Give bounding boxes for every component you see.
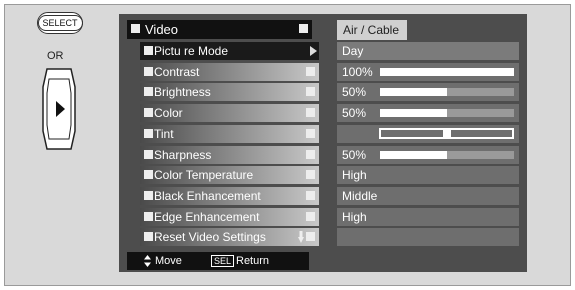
return-hint: Return <box>236 255 270 267</box>
selection-arrow-icon <box>310 46 317 56</box>
value-text: 50% <box>342 85 367 99</box>
menu-item[interactable]: Edge Enhancement <box>140 208 319 226</box>
menu-item-label: Sharpness <box>154 148 212 162</box>
menu-item[interactable]: Sharpness <box>140 146 319 164</box>
bullet-icon <box>144 212 153 221</box>
menu-item-label: Color <box>154 106 183 120</box>
level-bar[interactable] <box>380 68 514 76</box>
menu-item-value: High <box>337 208 519 226</box>
select-button[interactable]: SELECT <box>37 12 83 34</box>
menu-item-value: 50% <box>337 146 519 164</box>
bullet-icon <box>144 87 153 96</box>
menu-item[interactable]: Reset Video Settings <box>140 228 319 246</box>
value-text: Middle <box>342 189 378 203</box>
menu-item-value <box>337 125 519 143</box>
menu-item[interactable]: Tint <box>140 125 319 143</box>
menu-item[interactable]: Contrast <box>140 63 319 81</box>
menu-item[interactable]: Color Temperature <box>140 166 319 184</box>
value-text: 100% <box>342 65 373 79</box>
tint-slider-knob[interactable] <box>443 129 451 138</box>
bullet-icon <box>306 150 315 159</box>
menu-item-label: Contrast <box>154 65 200 79</box>
value-text: Day <box>342 44 364 58</box>
menu-item-value: 50% <box>337 83 519 101</box>
or-label: OR <box>47 50 64 62</box>
value-text: 50% <box>342 148 367 162</box>
level-bar[interactable] <box>380 151 514 159</box>
menu-item-label: Tint <box>154 127 174 141</box>
select-button-label: SELECT <box>37 15 83 31</box>
bullet-icon <box>144 108 153 117</box>
bullet-icon <box>144 150 153 159</box>
menu-item-value: 100% <box>337 63 519 81</box>
value-text: 50% <box>342 106 367 120</box>
menu-item-value: Middle <box>337 187 519 205</box>
menu-item-value: 50% <box>337 104 519 122</box>
level-bar-fill <box>380 109 447 117</box>
bullet-icon <box>306 212 315 221</box>
bullet-icon <box>306 108 315 117</box>
menu-item-label: Color Temperature <box>154 168 254 182</box>
menu-item[interactable]: Color <box>140 104 319 122</box>
menu-item-label: Pictu re Mode <box>154 44 229 58</box>
level-bar-fill <box>380 68 514 76</box>
move-hint: Move <box>155 255 182 267</box>
bullet-icon <box>299 24 308 33</box>
bullet-icon <box>144 129 153 138</box>
footer-hint-bar: Move SEL Return <box>127 252 309 270</box>
menu-item-value <box>337 228 519 246</box>
scroll-down-icon <box>298 231 304 243</box>
menu-item-value: Day <box>337 42 519 60</box>
bullet-icon <box>306 87 315 96</box>
bullet-icon <box>131 24 140 33</box>
menu-item-label: Reset Video Settings <box>154 230 266 244</box>
bullet-icon <box>144 232 153 241</box>
menu-item-label: Black Enhancement <box>154 189 261 203</box>
menu-item[interactable]: Brightness <box>140 83 319 101</box>
bullet-icon <box>306 232 315 241</box>
level-bar-fill <box>380 151 447 159</box>
menu-item-label: Brightness <box>154 85 211 99</box>
bullet-icon <box>306 129 315 138</box>
menu-item-value: High <box>337 166 519 184</box>
bullet-icon <box>144 191 153 200</box>
level-bar-fill <box>380 88 447 96</box>
bullet-icon <box>144 46 153 55</box>
menu-item-label: Edge Enhancement <box>154 210 260 224</box>
sel-key-icon: SEL <box>211 255 235 267</box>
value-text: High <box>342 168 367 182</box>
menu-item[interactable]: Pictu re Mode <box>140 42 319 60</box>
up-down-arrow-icon <box>144 255 151 267</box>
bullet-icon <box>306 67 315 76</box>
bullet-icon <box>144 67 153 76</box>
bullet-icon <box>306 170 315 179</box>
value-text: High <box>342 210 367 224</box>
level-bar[interactable] <box>380 109 514 117</box>
menu-item[interactable]: Black Enhancement <box>140 187 319 205</box>
bullet-icon <box>306 191 315 200</box>
menu-title: Video <box>127 20 312 39</box>
bullet-icon <box>144 170 153 179</box>
level-bar[interactable] <box>380 88 514 96</box>
input-source-label: Air / Cable <box>337 20 407 40</box>
tint-slider[interactable] <box>379 128 514 139</box>
right-arrow-button-icon[interactable] <box>39 65 79 153</box>
